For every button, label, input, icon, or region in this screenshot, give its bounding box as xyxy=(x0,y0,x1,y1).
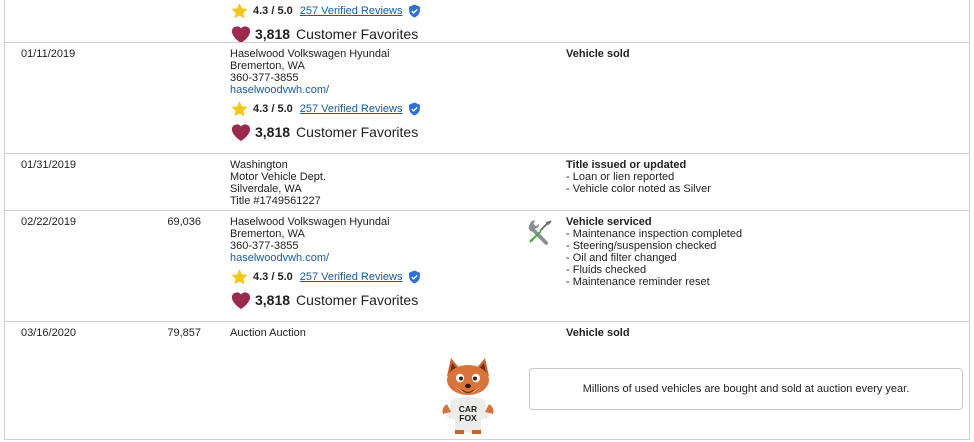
vehicle-history-table: 4.3 / 5.0 257 Verified Reviews 3,818 Cus… xyxy=(4,0,970,440)
dealer-rating: 4.3 / 5.0 257 Verified Reviews xyxy=(230,268,510,286)
source-cell: Haselwood Volkswagen Hyundai Bremerton, … xyxy=(230,216,510,311)
source-cell: Auction Auction xyxy=(230,327,510,339)
history-row: 02/22/2019 69,036 Haselwood Volkswagen H… xyxy=(5,210,969,321)
source-line: Washington xyxy=(230,159,288,171)
comment-heading: Vehicle sold xyxy=(566,327,630,339)
star-icon xyxy=(231,269,248,285)
customer-favorites: 3,818 Customer Favorites xyxy=(230,121,510,143)
history-row: 03/16/2020 79,857 Auction Auction Vehicl… xyxy=(5,321,969,440)
source-line: Bremerton, WA xyxy=(230,60,305,72)
verified-reviews-link[interactable]: 257 Verified Reviews xyxy=(300,271,403,283)
heart-icon xyxy=(231,26,251,44)
rating-score: 4.3 / 5.0 xyxy=(253,103,293,115)
mascot-shirt-text: FOX xyxy=(459,413,477,423)
favorites-count: 3,818 xyxy=(255,292,291,308)
history-row: 4.3 / 5.0 257 Verified Reviews 3,818 Cus… xyxy=(5,0,969,45)
date-cell: 01/11/2019 xyxy=(21,48,76,60)
comments-cell: Vehicle serviced - Maintenance inspectio… xyxy=(566,216,926,288)
source-line: 360-377-3855 xyxy=(230,72,299,84)
odometer-cell: 79,857 xyxy=(167,327,201,339)
heart-icon xyxy=(231,292,251,310)
comment-heading: Vehicle serviced xyxy=(566,216,652,228)
auction-info-box: Millions of used vehicles are bought and… xyxy=(529,368,963,410)
heart-icon xyxy=(231,124,251,142)
comment-item: - Vehicle color noted as Silver xyxy=(566,183,711,195)
customer-favorites: 3,818 Customer Favorites xyxy=(230,289,510,311)
history-row: 01/11/2019 Haselwood Volkswagen Hyundai … xyxy=(5,42,969,153)
source-line: Silverdale, WA xyxy=(230,183,302,195)
dealer-website-link[interactable]: haselwoodvwh.com/ xyxy=(230,252,329,264)
favorites-label: Customer Favorites xyxy=(296,292,419,308)
comment-item: - Maintenance reminder reset xyxy=(566,276,710,288)
dealer-rating: 4.3 / 5.0 257 Verified Reviews xyxy=(230,2,510,20)
source-cell: 4.3 / 5.0 257 Verified Reviews 3,818 Cus… xyxy=(230,0,510,45)
history-row: 01/31/2019 Washington Motor Vehicle Dept… xyxy=(5,153,969,210)
source-line: Auction Auction xyxy=(230,327,306,339)
source-line: 360-377-3855 xyxy=(230,240,299,252)
comment-item: - Loan or lien reported xyxy=(566,171,675,183)
dealer-rating: 4.3 / 5.0 257 Verified Reviews xyxy=(230,100,510,118)
verified-badge-icon xyxy=(408,270,420,284)
verified-reviews-link[interactable]: 257 Verified Reviews xyxy=(300,103,403,115)
source-line: Bremerton, WA xyxy=(230,228,305,240)
verified-reviews-link[interactable]: 257 Verified Reviews xyxy=(300,5,403,17)
carfox-mascot: CAR FOX xyxy=(442,358,494,434)
comment-heading: Title issued or updated xyxy=(566,159,687,171)
favorites-label: Customer Favorites xyxy=(296,26,419,42)
source-cell: Haselwood Volkswagen Hyundai Bremerton, … xyxy=(230,48,510,143)
verified-badge-icon xyxy=(408,102,420,116)
comment-item: - Steering/suspension checked xyxy=(566,240,717,252)
source-line: Haselwood Volkswagen Hyundai xyxy=(230,48,390,60)
date-cell: 03/16/2020 xyxy=(21,327,77,339)
comment-item: - Oil and filter changed xyxy=(566,252,677,264)
verified-badge-icon xyxy=(408,4,420,18)
favorites-count: 3,818 xyxy=(255,26,291,42)
comment-item: - Fluids checked xyxy=(566,264,647,276)
source-line: Motor Vehicle Dept. xyxy=(230,171,326,183)
date-cell: 01/31/2019 xyxy=(21,159,77,171)
source-line: Title #1749561227 xyxy=(230,195,321,207)
rating-score: 4.3 / 5.0 xyxy=(253,5,293,17)
date-cell: 02/22/2019 xyxy=(21,216,77,228)
source-cell: Washington Motor Vehicle Dept. Silverdal… xyxy=(230,159,510,207)
source-line: Haselwood Volkswagen Hyundai xyxy=(230,216,390,228)
comments-cell: Title issued or updated - Loan or lien r… xyxy=(566,159,926,195)
rating-score: 4.3 / 5.0 xyxy=(253,271,293,283)
wrench-screwdriver-icon xyxy=(528,220,552,245)
star-icon xyxy=(231,101,248,117)
comment-heading: Vehicle sold xyxy=(566,48,630,60)
comments-cell: Vehicle sold xyxy=(566,48,926,60)
odometer-cell: 69,036 xyxy=(167,216,201,228)
comments-cell: Vehicle sold xyxy=(566,327,926,339)
star-icon xyxy=(231,3,248,19)
dealer-website-link[interactable]: haselwoodvwh.com/ xyxy=(230,84,329,96)
comment-item: - Maintenance inspection completed xyxy=(566,228,743,240)
favorites-count: 3,818 xyxy=(255,124,291,140)
favorites-label: Customer Favorites xyxy=(296,124,419,140)
